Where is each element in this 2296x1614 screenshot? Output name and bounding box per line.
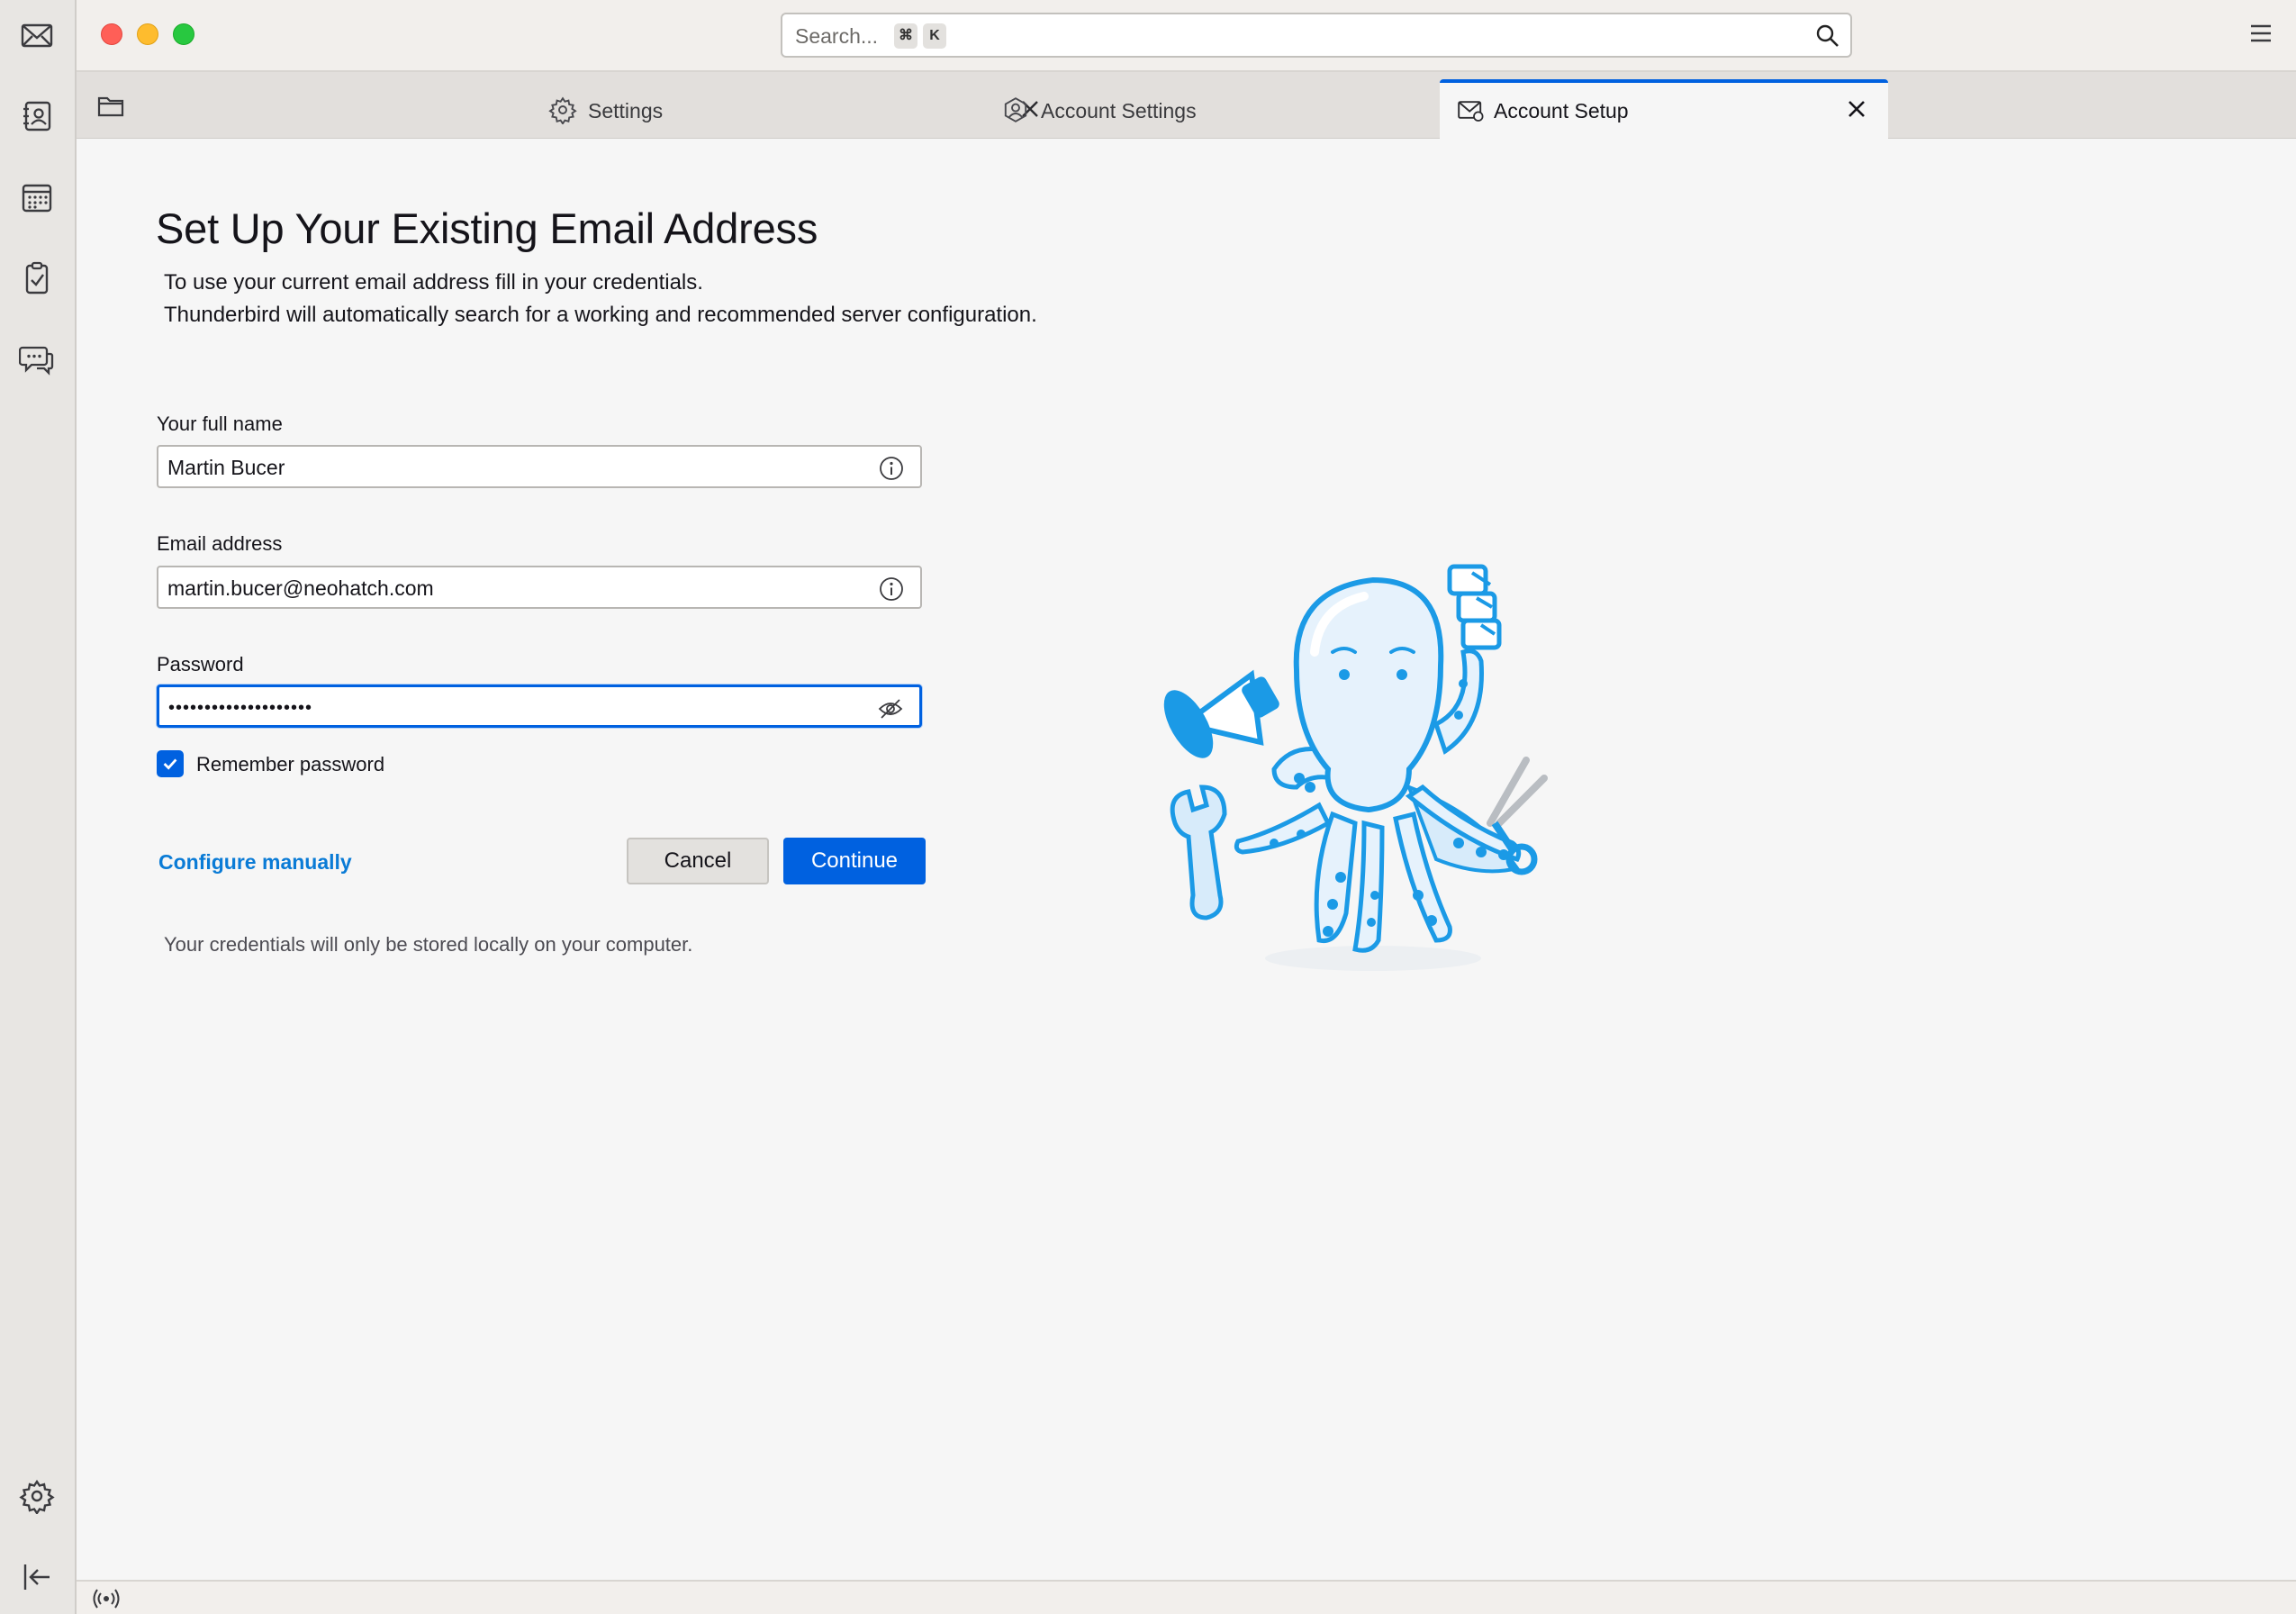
full-name-field[interactable] [157,445,922,488]
info-icon[interactable] [879,456,904,481]
address-book-icon[interactable] [16,95,58,137]
window-close-button[interactable] [101,23,122,45]
search-icon[interactable] [1814,23,1841,50]
collapse-icon[interactable] [16,1556,58,1598]
status-bar [77,1580,2296,1614]
full-name-input[interactable] [167,452,852,483]
mail-icon[interactable] [16,14,58,56]
search-placeholder: Search... [795,24,879,48]
tab-settings[interactable]: Settings [548,79,1053,139]
online-status-icon[interactable] [93,1587,120,1610]
app-menu-icon[interactable] [2247,20,2274,47]
title-bar: Search... ⌘ K [77,0,2296,72]
remember-password-checkbox[interactable] [157,750,184,777]
info-icon[interactable] [879,576,904,602]
page-title: Set Up Your Existing Email Address [156,204,818,252]
chat-icon[interactable] [16,339,58,380]
tab-account-setup[interactable]: Account Setup [1440,79,1888,139]
cancel-button[interactable]: Cancel [627,838,769,884]
gear-icon[interactable] [16,1475,58,1517]
window-minimize-button[interactable] [137,23,158,45]
credentials-note: Your credentials will only be stored loc… [164,933,693,956]
tab-account-settings-label: Account Settings [1041,99,1197,122]
email-field[interactable] [157,566,922,609]
password-label: Password [157,653,244,676]
shortcut-key-cmd: ⌘ [894,23,917,49]
tasks-icon[interactable] [16,258,58,299]
password-input[interactable] [168,693,853,723]
gear-icon [548,96,577,124]
spaces-toolbar [0,0,77,1614]
tab-account-setup-label: Account Setup [1494,99,1629,122]
mail-setup-icon [1458,101,1484,122]
checkmark-icon [163,758,177,770]
remember-password-label[interactable]: Remember password [196,753,384,776]
window-maximize-button[interactable] [173,23,194,45]
calendar-icon[interactable] [16,177,58,218]
intro-text-line1: To use your current email address fill i… [164,270,703,295]
hide-password-icon[interactable] [878,696,903,721]
tab-settings-label: Settings [588,99,664,122]
close-icon[interactable] [1843,95,1870,122]
email-input[interactable] [167,573,852,603]
configure-manually-link[interactable]: Configure manually [158,850,352,875]
octopus-illustration [1163,564,1548,971]
tab-bar: Settings Account Settings Account Setup [77,72,2296,139]
tab-account-settings[interactable]: Account Settings [1001,79,1505,139]
continue-button[interactable]: Continue [783,838,926,884]
account-setup-page: Set Up Your Existing Email Address To us… [77,139,2296,1580]
account-icon [1004,97,1027,122]
email-label: Email address [157,532,283,555]
password-field[interactable] [157,685,922,728]
full-name-label: Your full name [157,413,283,435]
shortcut-key-k: K [923,23,946,49]
search-box[interactable]: Search... ⌘ K [781,13,1852,58]
folder-icon[interactable] [96,94,125,119]
intro-text-line2: Thunderbird will automatically search fo… [164,303,1037,327]
